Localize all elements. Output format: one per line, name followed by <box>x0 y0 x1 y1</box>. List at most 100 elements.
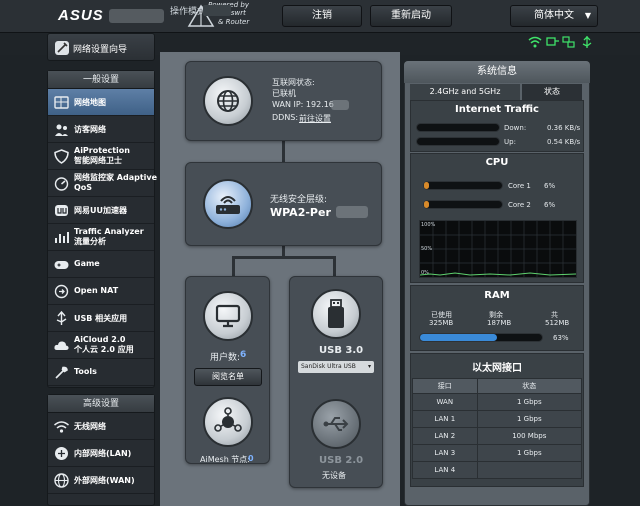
wifi-status-icon[interactable] <box>528 35 542 49</box>
usb3-title: USB 3.0 <box>319 345 364 356</box>
sidebar-general-item-5[interactable]: Traffic Analyzer 流量分析 <box>48 224 154 251</box>
sidebar-general-item-label-line1: AiCloud 2.0 <box>74 335 126 344</box>
sidebar-advanced-item-2[interactable]: 外部网络(WAN) <box>48 467 154 494</box>
sidebar-advanced-item-label-line1: 外部网络(WAN) <box>74 476 135 485</box>
ram-section: RAM 已使用 剩余 共 325MB 187MB 512MB 63% <box>410 285 584 351</box>
sidebar-general-item-1[interactable]: 访客网络 <box>48 116 154 143</box>
table-row: LAN 4 <box>412 461 583 479</box>
system-status-title: 系统信息 <box>404 61 590 83</box>
sidebar-general-item-3[interactable]: 网络监控家 Adaptive QoS <box>48 170 157 197</box>
sidebar-general-item-label: Game <box>74 259 100 268</box>
usb-drive-icon <box>311 289 361 339</box>
graph-label-100: 100% <box>421 222 436 228</box>
core1-bar <box>423 181 503 190</box>
qos-icon <box>53 175 70 192</box>
cloud-icon <box>53 337 70 354</box>
sidebar-general-item-7[interactable]: Open NAT <box>48 278 154 305</box>
globe-icon <box>203 76 253 126</box>
sidebar-general-item-label: 网络地图 <box>74 97 106 108</box>
usb-icon <box>53 310 70 327</box>
wifi-icon <box>53 418 70 435</box>
table-row: WAN 1 Gbps <box>412 393 583 411</box>
usb3-device-select[interactable]: SanDisk Ultra USB ▾ <box>298 361 374 373</box>
internet-status-node[interactable]: 互联网状态: 已联机 WAN IP: 192.16 DDNS: 前往设置 <box>185 61 382 141</box>
tagline-3: & Router <box>218 18 250 26</box>
usb-status-icon[interactable] <box>580 35 594 49</box>
download-bar <box>416 123 500 132</box>
advanced-settings-title: 高级设置 <box>48 395 154 413</box>
wan-ip-masked <box>331 100 349 110</box>
eth-header-port: 接口 <box>412 378 478 394</box>
sidebar-general-item-10[interactable]: Tools <box>48 359 154 386</box>
wireless-security-masked <box>336 206 368 218</box>
aimesh-icon <box>203 397 253 447</box>
asus-logo: ASUS <box>58 7 104 24</box>
core2-label: Core 2 <box>508 201 531 209</box>
download-value: 0.36 KB/s <box>547 124 581 132</box>
clients-count: 6 <box>240 350 247 360</box>
view-list-button[interactable]: 阅览名单 <box>194 368 262 386</box>
sidebar-advanced-item-1[interactable]: 内部网络(LAN) <box>48 440 154 467</box>
sidebar-general-item-label-line1: 访客网络 <box>74 125 106 134</box>
tab-status[interactable]: 状态 <box>522 84 582 100</box>
sidebar-general-item-label: USB 相关应用 <box>74 313 127 324</box>
sidebar-general-item-label: Open NAT <box>74 286 118 295</box>
tab-band[interactable]: 2.4GHz and 5GHz <box>410 84 520 100</box>
ram-used-value: 325MB <box>429 319 454 327</box>
wireless-security-label: 无线安全层级: <box>270 195 328 205</box>
ram-percent: 63% <box>553 334 569 342</box>
map-icon <box>53 94 70 111</box>
chevron-down-icon: ▼ <box>584 11 591 20</box>
ram-bar <box>419 333 543 342</box>
sidebar-general-item-label-line2: 流量分析 <box>74 237 106 246</box>
sidebar-advanced-item-0[interactable]: 无线网络 <box>48 413 154 440</box>
upload-value: 0.54 KB/s <box>547 138 581 146</box>
sidebar-general-item-9[interactable]: AiCloud 2.0 个人云 2.0 应用 <box>48 332 154 359</box>
clients-label: 用户数: <box>210 353 241 363</box>
logout-button[interactable]: 注销 <box>282 5 362 27</box>
usb-node[interactable]: USB 3.0 SanDisk Ultra USB ▾ USB 2.0 无设备 <box>289 276 383 488</box>
sidebar-general-item-label-line1: 网易UU加速器 <box>74 206 127 215</box>
sidebar-general-item-label: AiCloud 2.0 个人云 2.0 应用 <box>74 335 134 355</box>
language-value: 简体中文 <box>534 10 574 21</box>
eth-speed: 1 Gbps <box>476 393 583 411</box>
aimesh-count: 0 <box>248 454 254 463</box>
upload-bar <box>416 137 500 146</box>
core1-fill <box>424 182 429 189</box>
lan-status-icon[interactable] <box>562 35 576 49</box>
operation-mode-value <box>203 5 231 16</box>
reboot-button[interactable]: 重新启动 <box>370 5 452 27</box>
wireless-router-node[interactable]: 无线安全层级: WPA2-Per <box>185 162 382 246</box>
clients-node[interactable]: 用户数: 6 阅览名单 AiMesh 节点: 0 <box>185 276 270 464</box>
graph-label-50: 50% <box>421 246 433 252</box>
aimesh-label: AiMesh 节点: <box>200 455 250 464</box>
sidebar-general-item-label-line2: 个人云 2.0 应用 <box>74 345 134 354</box>
ddns-settings-link[interactable]: 前往设置 <box>299 113 331 124</box>
ethernet-title: 以太网接口 <box>472 363 522 374</box>
sidebar-general-item-8[interactable]: USB 相关应用 <box>48 305 154 332</box>
tools-icon <box>53 364 70 381</box>
model-name <box>109 9 164 23</box>
quick-setup-button[interactable]: 网络设置向导 <box>47 33 155 61</box>
sidebar-general-item-0[interactable]: 网络地图 <box>48 89 154 116</box>
sidebar-advanced-item-label: 无线网络 <box>74 421 106 432</box>
internet-traffic-title: Internet Traffic <box>455 104 539 115</box>
eth-port: LAN 3 <box>412 444 478 462</box>
table-row: LAN 31 Gbps <box>412 444 583 462</box>
sidebar-general-item-label-line1: Open NAT <box>74 286 119 295</box>
network-status-icon[interactable] <box>546 35 560 49</box>
sidebar-general-item-2[interactable]: AiProtection 智能网络卫士 <box>48 143 154 170</box>
sidebar-general-item-label: AiProtection 智能网络卫士 <box>74 146 130 166</box>
sidebar-general-item-label-line2: 智能网络卫士 <box>74 156 122 165</box>
language-select[interactable]: 简体中文 ▼ <box>510 5 598 27</box>
eth-port: LAN 1 <box>412 410 478 428</box>
sidebar-general-item-6[interactable]: Game <box>48 251 154 278</box>
ethernet-table: 接口 状态 WAN 1 Gbps LAN 11 Gbps LAN 2 100 Mbps L… <box>412 378 583 479</box>
advanced-settings-panel: 高级设置 无线网络内部网络(LAN) 外部网络(WAN) <box>47 394 155 506</box>
eth-speed: 1 Gbps <box>476 444 583 462</box>
sidebar-general-item-4[interactable]: 网易UU加速器 <box>48 197 154 224</box>
lan-icon <box>53 445 70 462</box>
usb-icon <box>311 399 361 449</box>
nat-icon <box>53 283 70 300</box>
sidebar-general-item-label: Traffic Analyzer 流量分析 <box>74 227 144 247</box>
